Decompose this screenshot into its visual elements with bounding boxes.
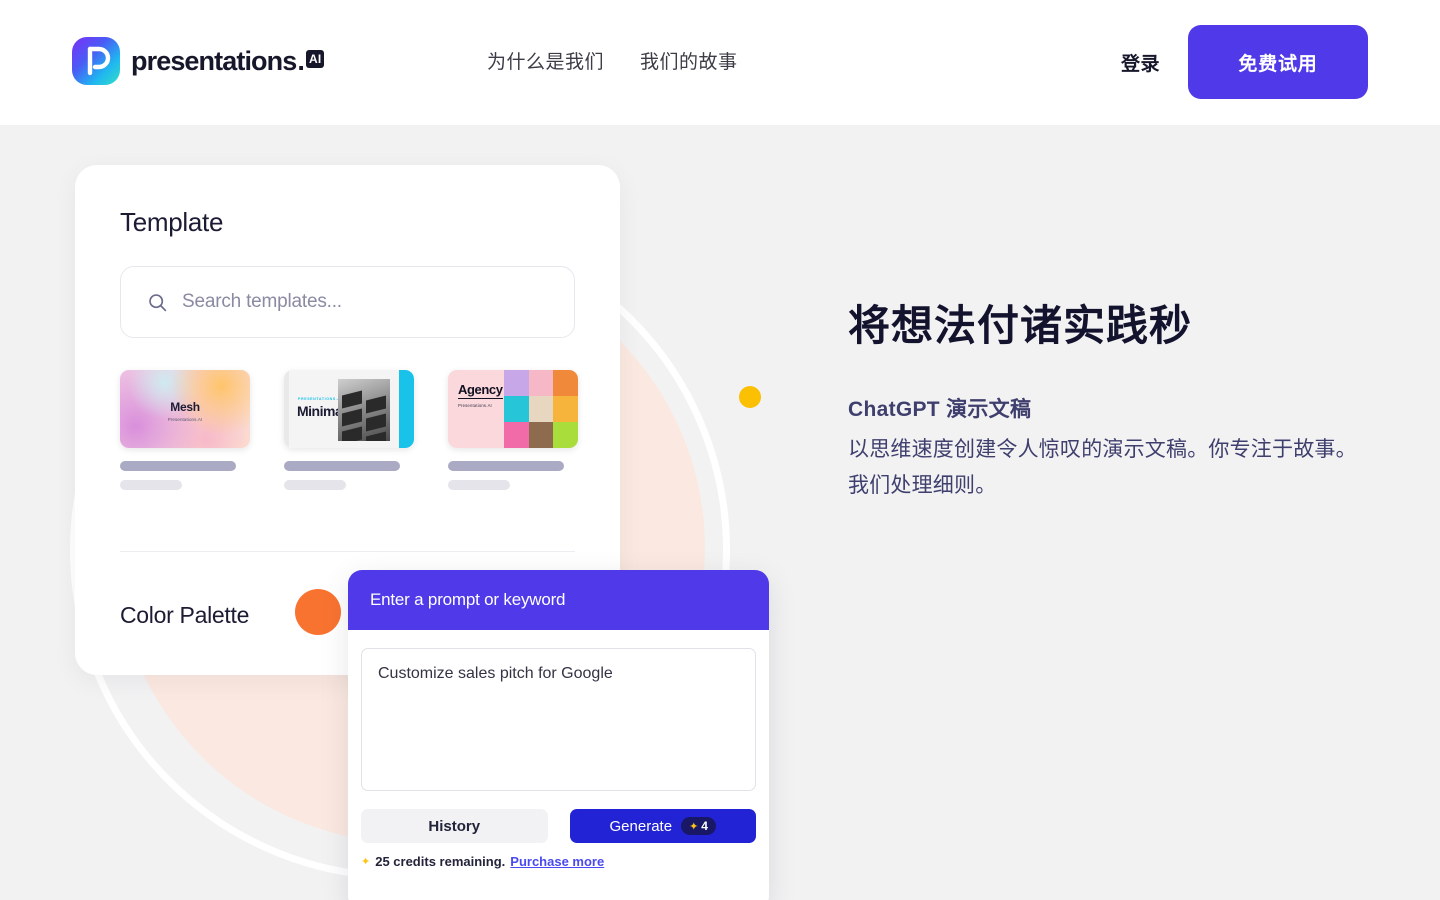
logo-ai-badge: AI xyxy=(305,50,325,68)
history-button[interactable]: History xyxy=(361,809,548,843)
credits-text: 25 credits remaining. xyxy=(375,854,506,869)
minimalist-edge xyxy=(284,370,289,448)
color-palette-label: Color Palette xyxy=(120,602,250,628)
search-icon xyxy=(149,293,167,311)
agency-photo-grid xyxy=(504,370,578,448)
skeleton-bar-primary xyxy=(120,461,236,471)
template-thumbnail-title: Mesh xyxy=(170,400,200,414)
generate-button[interactable]: Generate ✦ 4 xyxy=(569,809,756,843)
search-input[interactable] xyxy=(182,291,542,313)
color-palette-swatch[interactable] xyxy=(295,589,341,635)
sparkle-icon: ✦ xyxy=(361,856,371,868)
template-thumbnail-subtitle: PRESENTATIONS.AI xyxy=(298,397,343,401)
template-thumbnail-title: Agency xyxy=(458,382,503,399)
prompt-textarea[interactable] xyxy=(361,648,756,791)
skeleton-bar-primary xyxy=(448,461,564,471)
logo-text: presentations xyxy=(131,45,297,76)
main-nav: 为什么是我们 我们的故事 xyxy=(487,47,738,74)
p-glyph-icon xyxy=(87,46,111,76)
nav-item-why-us[interactable]: 为什么是我们 xyxy=(487,47,604,74)
generate-button-label: Generate xyxy=(609,817,673,835)
generate-credit-count: 4 xyxy=(701,819,708,833)
template-skeleton-group xyxy=(284,461,414,490)
hero-title: 将想法付诸实践秒 xyxy=(848,302,1193,349)
template-search-box[interactable] xyxy=(120,266,575,338)
template-thumbnail-mesh[interactable]: Mesh Presentations.AI xyxy=(120,370,250,448)
prompt-panel: Enter a prompt or keyword History Genera… xyxy=(348,570,769,900)
deco-yellow-dot xyxy=(739,386,761,408)
skeleton-bar-primary xyxy=(284,461,400,471)
presentations-p-logo-icon xyxy=(72,37,120,85)
template-skeleton-group xyxy=(448,461,578,490)
logo[interactable]: presentations. AI xyxy=(72,37,325,85)
sparkle-icon: ✦ xyxy=(689,820,699,833)
hero-subtitle: ChatGPT 演示文稿 xyxy=(848,397,1032,421)
prompt-panel-header: Enter a prompt or keyword xyxy=(348,570,769,630)
generate-credit-badge: ✦ 4 xyxy=(681,817,716,835)
template-thumbnail-agency[interactable]: Agency Presentations.AI xyxy=(448,370,578,448)
nav-item-our-story[interactable]: 我们的故事 xyxy=(640,47,738,74)
template-skeleton-group xyxy=(120,461,250,490)
logo-dot: . xyxy=(297,45,304,76)
site-header: presentations. AI 为什么是我们 我们的故事 登录 免费试用 xyxy=(0,0,1440,125)
logo-wordmark: presentations. AI xyxy=(131,45,325,77)
template-item-minimalist[interactable]: PRESENTATIONS.AI Minimalist xyxy=(284,370,414,490)
minimalist-photo xyxy=(338,379,390,441)
prompt-actions: History Generate ✦ 4 xyxy=(361,809,756,843)
template-thumbnail-minimalist[interactable]: PRESENTATIONS.AI Minimalist xyxy=(284,370,414,448)
credits-row: ✦ 25 credits remaining. Purchase more xyxy=(361,854,756,869)
landing-page: presentations. AI 为什么是我们 我们的故事 登录 免费试用 Te… xyxy=(0,0,1440,900)
skeleton-bar-secondary xyxy=(448,480,510,490)
free-trial-button[interactable]: 免费试用 xyxy=(1188,25,1368,99)
header-actions: 登录 免费试用 xyxy=(1121,25,1368,99)
login-link[interactable]: 登录 xyxy=(1121,49,1160,76)
template-item-agency[interactable]: Agency Presentations.AI xyxy=(448,370,578,490)
hero-body: 以思维速度创建令人惊叹的演示文稿。你专注于故事。我们处理细则。 xyxy=(848,437,1357,497)
template-item-mesh[interactable]: Mesh Presentations.AI xyxy=(120,370,250,490)
template-card-title: Template xyxy=(120,207,224,237)
template-thumbnail-list: Mesh Presentations.AI PRESENTATIONS.AI M… xyxy=(120,370,580,490)
template-thumbnail-subtitle: Presentations.AI xyxy=(167,417,203,422)
card-divider xyxy=(120,551,575,552)
hero-copy: 将想法付诸实践秒 ChatGPT 演示文稿 以思维速度创建令人惊叹的演示文稿。你… xyxy=(848,300,1368,504)
skeleton-bar-secondary xyxy=(120,480,182,490)
template-thumbnail-subtitle: Presentations.AI xyxy=(458,403,492,408)
purchase-more-link[interactable]: Purchase more xyxy=(510,854,604,869)
skeleton-bar-secondary xyxy=(284,480,346,490)
